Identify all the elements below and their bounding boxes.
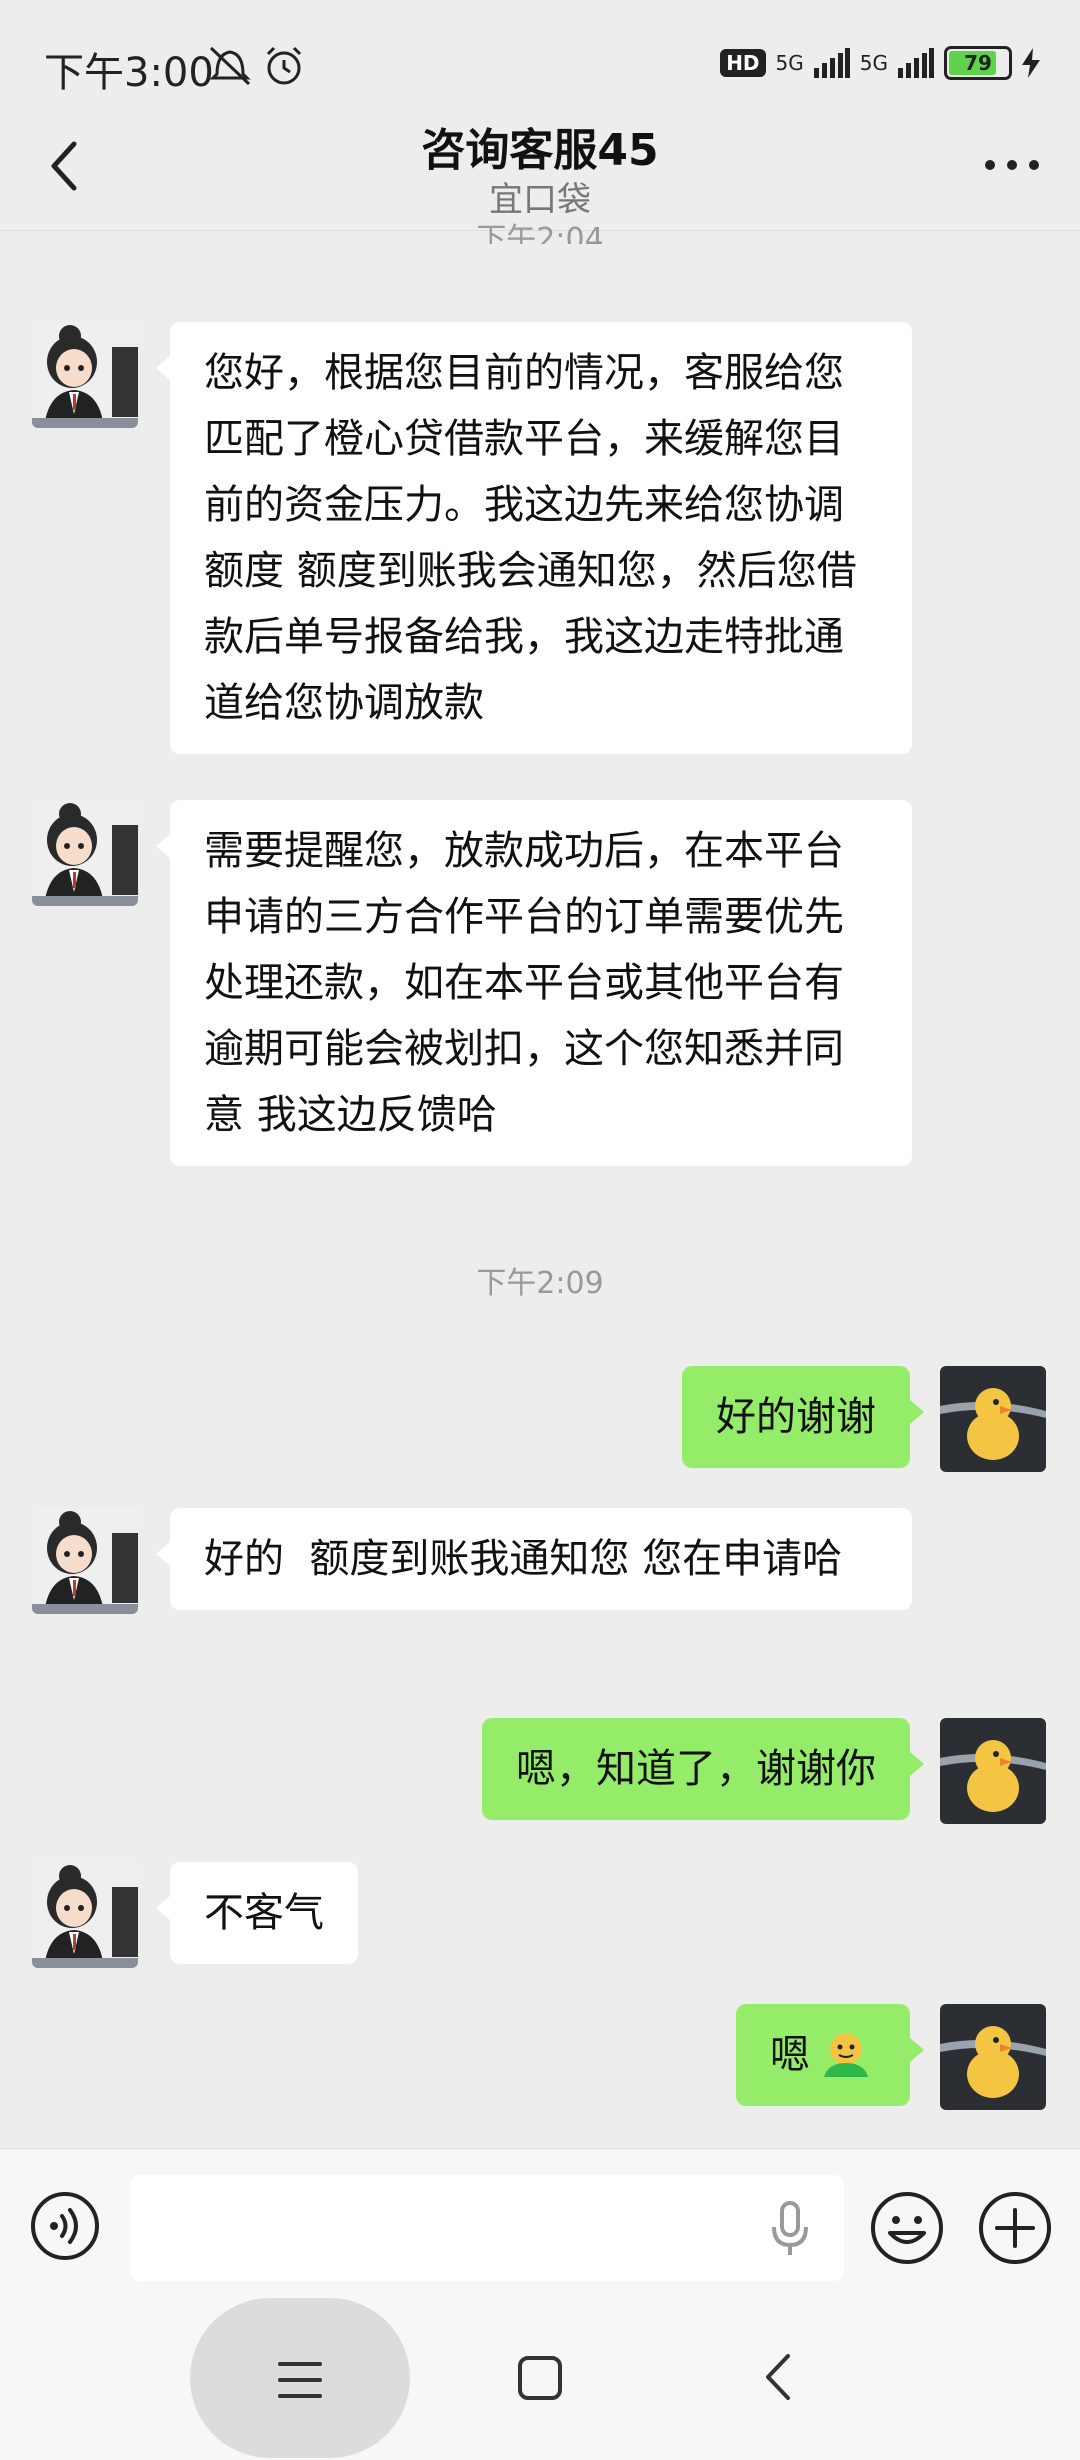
alarm-icon: [266, 46, 302, 85]
message-bubble-right[interactable]: 嗯: [736, 2004, 924, 2106]
voice-icon[interactable]: [30, 2191, 100, 2261]
emoji-sticker-icon: [824, 2033, 868, 2077]
status-right-group: HD 5G 5G 79: [720, 46, 1040, 80]
message-bubble-left[interactable]: 不客气: [156, 1862, 358, 1964]
status-time: 下午3:00: [44, 50, 214, 96]
menu-icon: [278, 2362, 322, 2398]
agent-avatar-image: [32, 1508, 138, 1614]
message-bubble-right[interactable]: 嗯，知道了，谢谢你: [482, 1718, 924, 1820]
agent-avatar[interactable]: [32, 322, 138, 428]
emoji-icon[interactable]: [870, 2191, 944, 2265]
user-avatar-image: [940, 1366, 1046, 1472]
agent-avatar[interactable]: [32, 1508, 138, 1614]
signal-icon: [813, 48, 850, 78]
user-avatar[interactable]: [940, 2004, 1046, 2110]
hd-badge: HD: [720, 49, 766, 77]
chat-title: 咨询客服45: [421, 125, 659, 176]
user-avatar-image: [940, 1718, 1046, 1824]
back-arrow-icon[interactable]: [758, 2352, 798, 2402]
sim2-label: 5G: [859, 51, 888, 75]
battery-level: 79: [964, 51, 992, 75]
user-avatar[interactable]: [940, 1366, 1046, 1472]
message-bubble-left[interactable]: 您好，根据您目前的情况，客服给您匹配了橙心贷借款平台，来缓解您目前的资金压力。我…: [156, 322, 912, 754]
user-avatar[interactable]: [940, 1718, 1046, 1824]
signal-icon: [898, 48, 934, 78]
mute-icon: [209, 46, 251, 86]
agent-avatar-image: [32, 800, 138, 906]
message-bubble-left[interactable]: 好的 额度到账我通知您 您在申请哈: [156, 1508, 912, 1610]
nav-menu-button[interactable]: [190, 2298, 410, 2458]
battery-icon: 79: [944, 46, 1012, 80]
agent-avatar[interactable]: [32, 1862, 138, 1968]
message-text: 嗯: [770, 2032, 810, 2078]
home-square-icon[interactable]: [516, 2354, 564, 2402]
microphone-icon[interactable]: [770, 2201, 810, 2257]
more-dots-icon[interactable]: [982, 150, 1042, 180]
sim1-label: 5G: [775, 51, 804, 75]
charging-icon: [1022, 48, 1040, 78]
message-input[interactable]: [130, 2175, 844, 2281]
agent-avatar-image: [32, 1862, 138, 1968]
message-bubble-right[interactable]: 好的谢谢: [682, 1366, 924, 1468]
agent-avatar[interactable]: [32, 800, 138, 906]
timestamp: 下午2:04: [476, 222, 604, 244]
message-bubble-left[interactable]: 需要提醒您，放款成功后，在本平台申请的三方合作平台的订单需要优先处理还款，如在本…: [156, 800, 912, 1166]
agent-avatar-image: [32, 322, 138, 428]
plus-icon[interactable]: [978, 2191, 1052, 2265]
timestamp: 下午2:09: [476, 1266, 604, 1301]
chat-header: 咨询客服45 宜口袋: [0, 100, 1080, 231]
system-nav-bar: [0, 2298, 1080, 2460]
input-bar: [0, 2148, 1080, 2299]
user-avatar-image: [940, 2004, 1046, 2110]
